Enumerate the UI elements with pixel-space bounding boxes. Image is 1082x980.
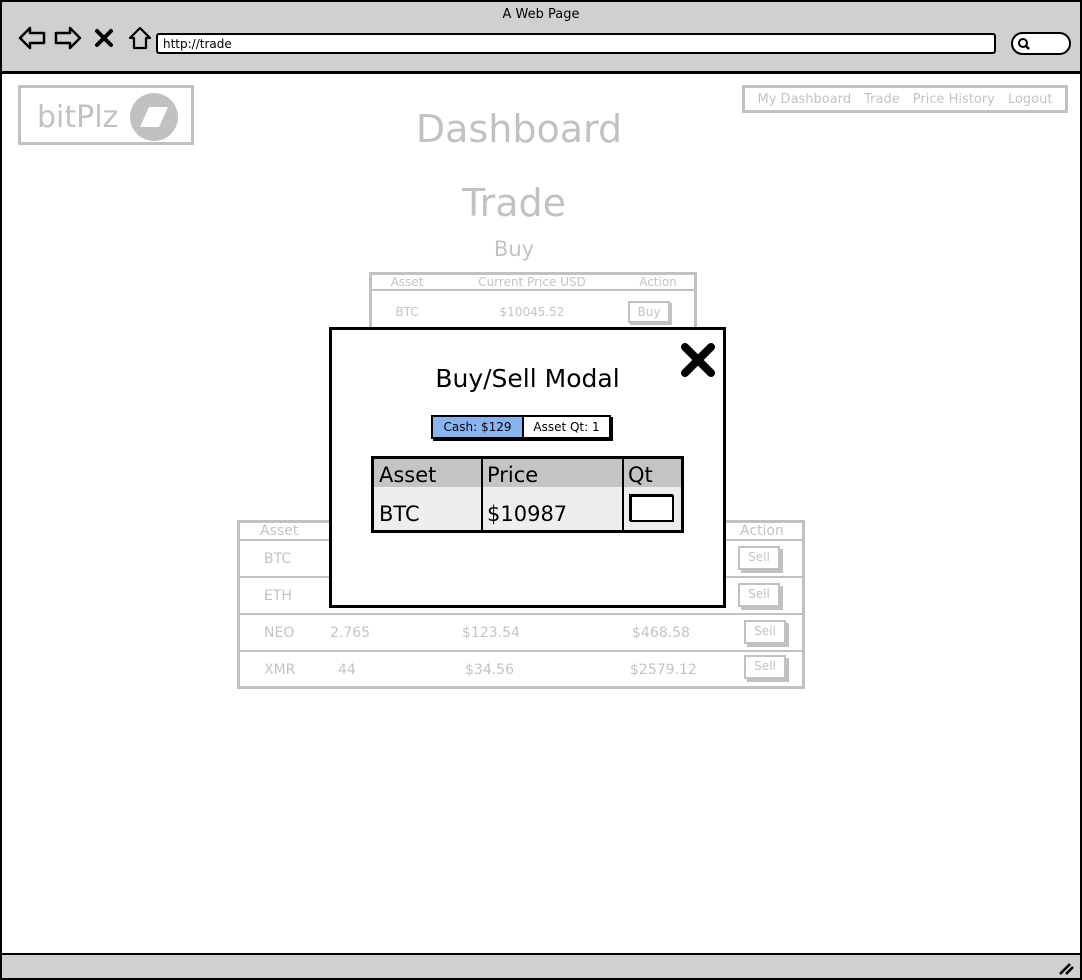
cell-quantity: 2.765 <box>330 625 371 641</box>
sell-button[interactable]: Sell <box>738 583 780 607</box>
cell-price: $10987 <box>487 502 568 526</box>
column-header: Price <box>487 463 539 487</box>
trade-table-header: Asset Price Qt <box>374 459 681 487</box>
status-bar <box>2 953 1080 978</box>
buy-button[interactable]: Buy <box>628 301 670 323</box>
window-title: A Web Page <box>502 7 580 22</box>
cell-asset: ETH <box>264 588 292 604</box>
column-divider <box>481 459 483 530</box>
page-title: Dashboard <box>415 107 623 151</box>
back-arrow-icon[interactable] <box>16 24 48 52</box>
asset-qt-tab[interactable]: Asset Qt: 1 <box>524 417 609 437</box>
browser-search-field[interactable] <box>1011 32 1071 55</box>
section-title: Trade <box>461 181 567 225</box>
sell-button[interactable]: Sell <box>738 546 780 570</box>
buy-table: Asset Current Price USD Action BTC $1004… <box>369 272 697 332</box>
buy-sell-modal: Buy/Sell Modal Cash: $129 Asset Qt: 1 As… <box>329 327 726 608</box>
cell-asset: XMR <box>264 662 296 678</box>
column-header: Current Price USD <box>478 275 586 289</box>
balance-tabs: Cash: $129 Asset Qt: 1 <box>431 415 611 439</box>
table-row: XMR 44 $34.56 $2579.12 Sell <box>240 652 802 689</box>
sell-button[interactable]: Sell <box>744 620 786 644</box>
nav-price-history[interactable]: Price History <box>913 92 995 107</box>
logo-badge-icon <box>130 93 178 141</box>
top-nav: My Dashboard Trade Price History Logout <box>742 85 1068 113</box>
nav-my-dashboard[interactable]: My Dashboard <box>758 92 852 107</box>
cash-tab[interactable]: Cash: $129 <box>433 417 524 437</box>
forward-arrow-icon[interactable] <box>52 24 84 52</box>
cell-value: $2579.12 <box>630 662 697 678</box>
logo[interactable]: bitPlz <box>18 85 194 145</box>
url-input[interactable]: http://trade <box>156 33 996 54</box>
trade-table: Asset Price Qt BTC $10987 <box>371 456 684 533</box>
cell-price: $123.54 <box>462 625 520 641</box>
buy-heading: Buy <box>493 237 535 261</box>
cell-value: $468.58 <box>632 625 690 641</box>
column-header: Action <box>740 523 784 539</box>
column-header: Asset <box>390 275 424 289</box>
nav-logout[interactable]: Logout <box>1008 92 1053 107</box>
cell-asset: BTC <box>395 305 419 319</box>
table-row: BTC $10045.52 Buy <box>372 297 694 329</box>
table-row: NEO 2.765 $123.54 $468.58 Sell <box>240 615 802 652</box>
buy-table-header: Asset Current Price USD Action <box>372 275 694 291</box>
stop-icon[interactable] <box>88 24 120 52</box>
cell-price: $34.56 <box>465 662 514 678</box>
search-icon <box>1018 38 1030 50</box>
cell-quantity: 44 <box>338 662 356 678</box>
cell-asset: NEO <box>264 625 295 641</box>
nav-trade[interactable]: Trade <box>864 92 900 107</box>
browser-toolbar: A Web Page http://trade <box>2 2 1080 74</box>
resize-grip-icon[interactable] <box>1058 961 1074 975</box>
cell-price: $10045.52 <box>499 305 565 319</box>
sell-button[interactable]: Sell <box>744 655 786 679</box>
column-divider <box>622 459 624 530</box>
browser-window: A Web Page http://trade bitPlz My Dashbo… <box>0 0 1082 980</box>
cell-asset: BTC <box>264 551 292 567</box>
column-header: Asset <box>379 463 437 487</box>
cell-asset: BTC <box>379 502 420 526</box>
column-header: Qt <box>628 463 653 487</box>
home-icon[interactable] <box>124 24 156 52</box>
modal-title: Buy/Sell Modal <box>435 364 620 393</box>
column-header: Action <box>639 275 677 289</box>
column-header: Asset <box>260 523 299 539</box>
quantity-input[interactable] <box>630 495 674 522</box>
logo-text: bitPlz <box>37 100 119 135</box>
